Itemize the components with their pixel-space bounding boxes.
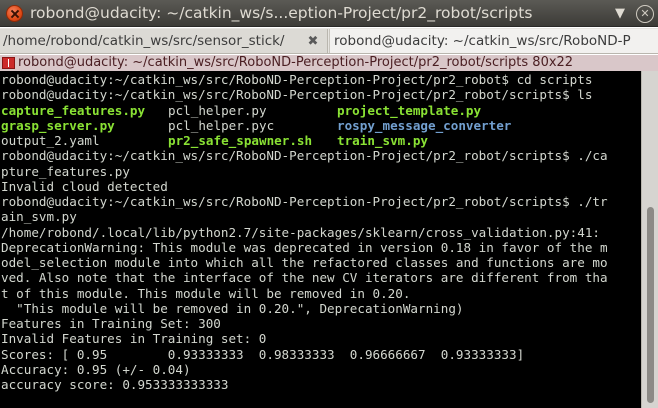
terminal-line: ved. Also note that the interface of the…	[1, 270, 608, 286]
terminal-header-title: robond@udacity: ~/catkin_ws/src/RoboND-P…	[18, 55, 574, 70]
window-options-button[interactable]: ✕	[636, 5, 654, 23]
terminal-line: accuracy score: 0.953333333333	[1, 377, 229, 392]
terminal-line: t of this module. This module will be re…	[1, 285, 411, 301]
ls-entry: rospy_message_converter	[337, 117, 512, 133]
terminal-line: robond@udacity:~/catkin_ws/src/RoboND-Pe…	[1, 148, 608, 164]
ls-entry: grasp_server.py	[1, 117, 115, 133]
terminal-line: Features in Training Set: 300	[1, 316, 221, 331]
terminal-icon	[2, 57, 15, 69]
terminal-line: /home/robond/.local/lib/python2.7/site-p…	[1, 224, 600, 240]
terminal-line: odel_selection module into which all the…	[1, 255, 608, 270]
tab-bar: /home/robond/catkin_ws/src/sensor_stick/…	[0, 28, 658, 54]
window-minimize-button[interactable]: ▼	[612, 6, 628, 22]
terminal-header: robond@udacity: ~/catkin_ws/src/RoboND-P…	[0, 55, 658, 71]
tab-label: robond@udacity: ~/catkin_ws/src/RoboND-P	[334, 33, 631, 49]
window-title: robond@udacity: ~/catkin_ws/s...eption-P…	[30, 4, 533, 22]
ls-entry: pr2_safe_spawner.sh	[168, 133, 313, 148]
terminal-line: DeprecationWarning: This module was depr…	[1, 239, 608, 255]
tab-sensor-stick[interactable]: /home/robond/catkin_ws/src/sensor_stick/…	[0, 29, 328, 53]
terminal-line: Invalid Features in Training set: 0	[1, 331, 267, 347]
terminal-line: Scores: [ 0.95 0.93333333 0.98333333 0.9…	[1, 346, 525, 362]
window-close-button[interactable]	[6, 5, 23, 22]
terminal-line: robond@udacity:~/catkin_ws/src/RoboND-Pe…	[1, 72, 593, 87]
terminal-scrollbar[interactable]	[641, 71, 658, 408]
terminal-line: robond@udacity:~/catkin_ws/src/RoboND-Pe…	[1, 194, 608, 209]
terminal-output[interactable]: robond@udacity:~/catkin_ws/src/RoboND-Pe…	[0, 71, 641, 408]
scrollbar-thumb[interactable]	[647, 207, 654, 403]
terminal-line: robond@udacity:~/catkin_ws/src/RoboND-Pe…	[1, 87, 593, 103]
ls-entry: pcl_helper.py	[168, 102, 267, 118]
tab-robond-perception[interactable]: robond@udacity: ~/catkin_ws/src/RoboND-P	[329, 29, 658, 53]
ls-entry: project_template.py	[337, 102, 482, 118]
terminal-line: "This module will be removed in 0.20.", …	[1, 300, 464, 316]
ls-entry: capture_features.py	[1, 102, 146, 118]
ls-entry: pcl_helper.pyc	[168, 117, 275, 133]
ls-entry: train_svm.py	[337, 133, 428, 148]
terminal-line: Accuracy: 0.95 (+/- 0.04)	[1, 361, 191, 377]
terminal-line: ain_svm.py	[1, 209, 77, 225]
tab-label: /home/robond/catkin_ws/src/sensor_stick/	[3, 33, 285, 49]
ls-entry: output_2.yaml	[1, 133, 100, 148]
terminal-line: Invalid cloud detected	[1, 178, 168, 194]
tab-close-icon[interactable]: ✖	[305, 34, 321, 50]
terminal-line: pture_features.py	[1, 163, 130, 179]
title-bar[interactable]: robond@udacity: ~/catkin_ws/s...eption-P…	[0, 0, 658, 27]
terminal-window: robond@udacity: ~/catkin_ws/s...eption-P…	[0, 0, 658, 408]
